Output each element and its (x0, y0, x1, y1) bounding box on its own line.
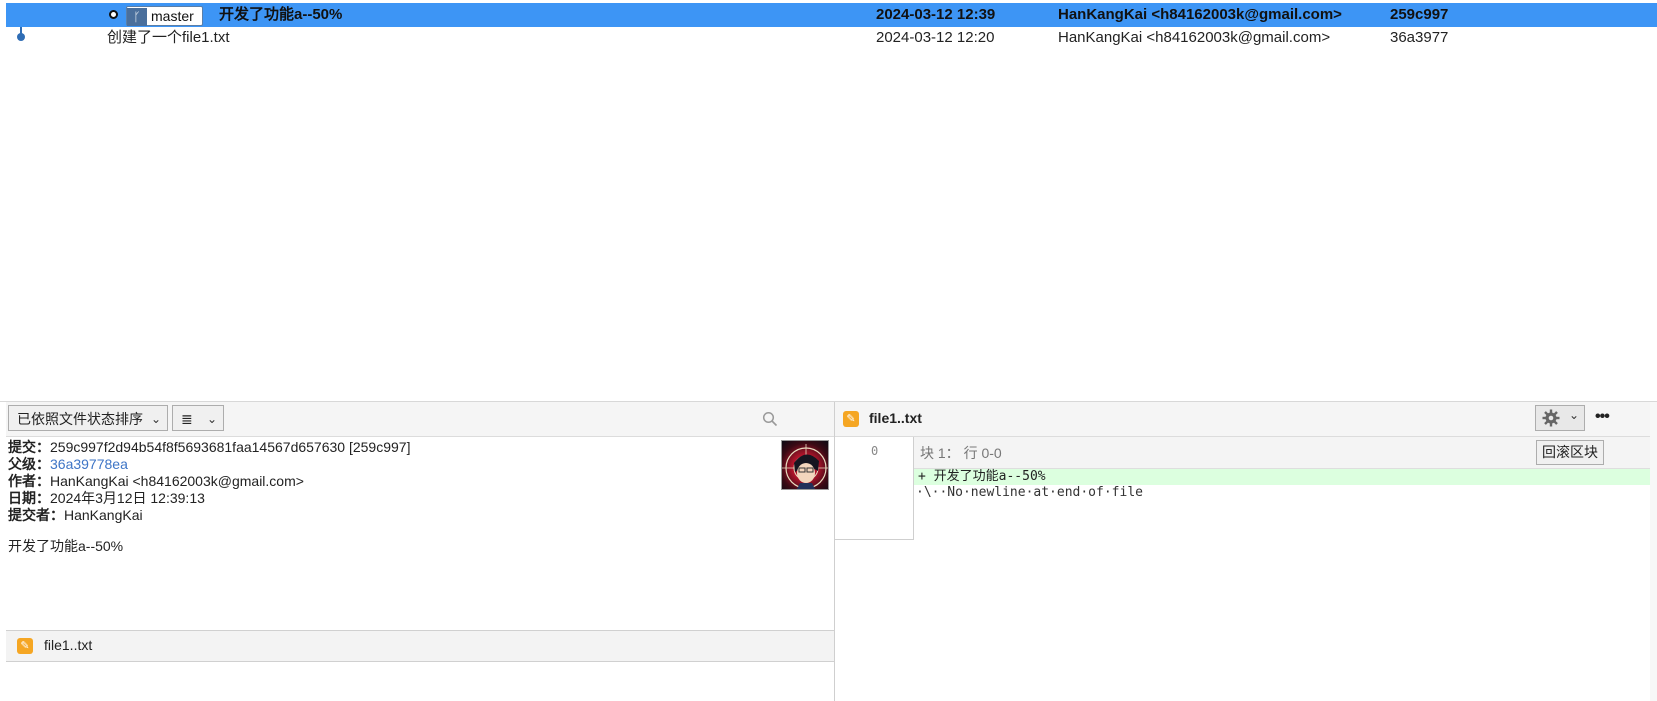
parent-link[interactable]: 36a39778ea (50, 456, 128, 472)
parent-label: 父级： (8, 456, 50, 472)
branch-icon: ᚴ (127, 8, 147, 26)
commit-author: HanKangKai <h84162003k@gmail.com> (1058, 29, 1331, 46)
author-value: HanKangKai <h84162003k@gmail.com> (50, 473, 304, 489)
commit-message: 创建了一个file1.txt (107, 29, 230, 46)
commit-full-message: 开发了功能a--50% (8, 538, 124, 554)
changed-file-name: file1..txt (44, 637, 93, 653)
hunk-header: 块 1： 行 0-0 回滚区块 (914, 437, 1657, 469)
revert-hunk-button[interactable]: 回滚区块 (1536, 440, 1604, 465)
commit-author: HanKangKai <h84162003k@gmail.com> (1058, 6, 1342, 23)
no-newline-note: ·\··No·newline·at·end·of·file (916, 485, 1143, 500)
commit-message: 开发了功能a--50% (219, 6, 343, 23)
diff-file-title: file1..txt (869, 410, 922, 426)
vertical-scrollbar[interactable] (1650, 402, 1657, 701)
search-icon[interactable] (762, 411, 778, 427)
commit-date: 2024-03-12 12:20 (876, 29, 995, 46)
committer-value: HanKangKai (64, 507, 143, 523)
committer-label: 提交者： (8, 507, 64, 523)
commit-row[interactable]: 创建了一个file1.txt 2024-03-12 12:20 HanKangK… (6, 26, 1657, 50)
author-label: 作者： (8, 473, 50, 489)
diff-pane: ✎ file1..txt ⌄ ••• 0 块 1： 行 0-0 回滚区块 + 开… (835, 402, 1657, 701)
commit-details: 提交：259c997f2d94b54f8f5693681faa14567d657… (8, 439, 410, 555)
commit-sha: 259c997f2d94b54f8f5693681faa14567d657630… (50, 439, 411, 455)
pencil-icon: ✎ (843, 411, 859, 428)
modified-file-icon: ✎ (843, 410, 859, 428)
branch-label: master (151, 8, 194, 24)
diff-header: ✎ file1..txt ⌄ ••• (835, 402, 1657, 437)
changed-file-row[interactable]: ✎ file1..txt (6, 630, 834, 662)
line-number: 0 (871, 444, 879, 458)
date-label: 日期： (8, 490, 50, 506)
branch-tag[interactable]: ᚴ master (126, 6, 203, 26)
view-mode-dropdown[interactable]: ≣ ⌄ (172, 405, 224, 431)
commit-row[interactable]: ᚴ master 开发了功能a--50% 2024-03-12 12:39 Han… (6, 3, 1657, 27)
commit-hash: 259c997 (1390, 6, 1449, 23)
line-number-gutter: 0 (835, 437, 914, 540)
head-indicator-icon (109, 10, 118, 19)
settings-dropdown[interactable]: ⌄ (1535, 405, 1585, 431)
date-value: 2024年3月12日 12:39:13 (50, 490, 205, 506)
commit-history-list: ᚴ master 开发了功能a--50% 2024-03-12 12:39 Han… (0, 0, 1657, 401)
commit-hash: 36a3977 (1390, 29, 1449, 46)
chevron-down-icon: ⌄ (150, 412, 161, 426)
sort-dropdown[interactable]: 已依照文件状态排序 ⌄ (8, 405, 168, 431)
added-line: + 开发了功能a--50% (914, 469, 1650, 485)
pencil-icon: ✎ (17, 638, 33, 655)
commit-label: 提交： (8, 439, 50, 455)
sort-dropdown-label: 已依照文件状态排序 (17, 411, 143, 427)
commit-date: 2024-03-12 12:39 (876, 6, 996, 23)
modified-file-icon: ✎ (17, 637, 33, 655)
hunk-range: 块 1： 行 0-0 (920, 445, 1002, 461)
gear-icon (1542, 409, 1560, 427)
details-toolbar: 已依照文件状态排序 ⌄ ≣ ⌄ (6, 402, 834, 437)
added-line-text: + 开发了功能a--50% (918, 469, 1046, 484)
more-options-icon[interactable]: ••• (1595, 408, 1610, 426)
commit-details-pane: 已依照文件状态排序 ⌄ ≣ ⌄ 提交：259c997f2d94b54f8f569… (6, 402, 834, 701)
chevron-down-icon: ⌄ (206, 412, 217, 426)
chevron-down-icon: ⌄ (1569, 408, 1580, 422)
list-icon: ≣ (181, 411, 193, 427)
avatar (781, 440, 829, 490)
